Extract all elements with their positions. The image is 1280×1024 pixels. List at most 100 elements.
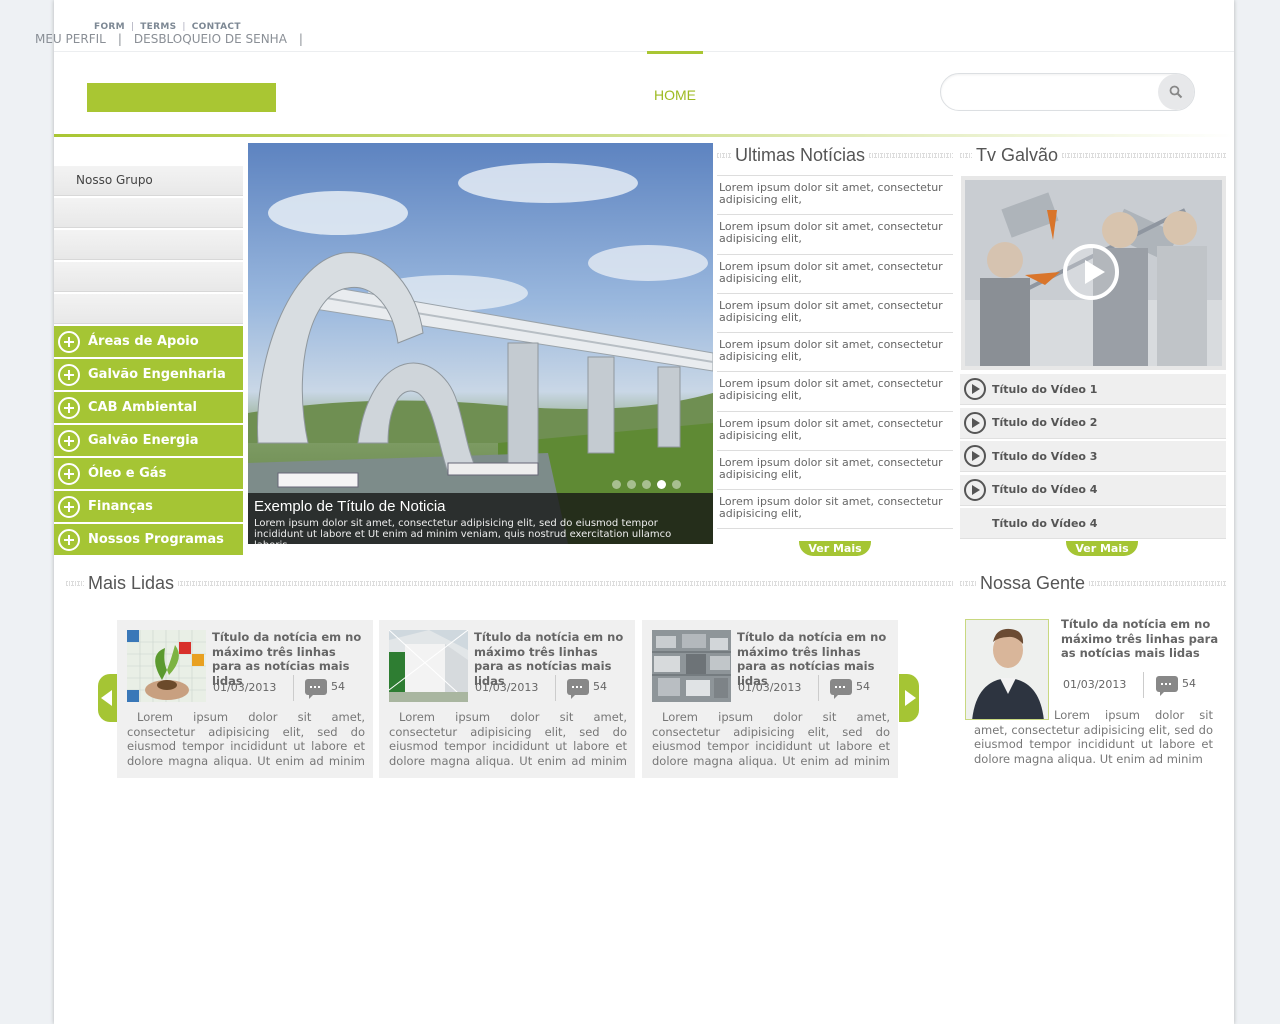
header-rule bbox=[66, 580, 84, 586]
list-item[interactable]: Lorem ipsum dolor sit amet, consectetur … bbox=[717, 489, 953, 530]
video-item[interactable]: Título do Vídeo 1 bbox=[960, 374, 1226, 405]
header-divider bbox=[54, 134, 1234, 137]
slider-dot[interactable] bbox=[627, 480, 636, 489]
slider-dot[interactable] bbox=[612, 480, 621, 489]
nav-home-label: HOME bbox=[654, 87, 696, 103]
menu-item-nossos-programas[interactable]: Nossos Programas bbox=[54, 524, 243, 555]
comment-icon bbox=[830, 679, 852, 699]
menu-item-label: Óleo e Gás bbox=[88, 466, 167, 481]
menu-item-oleo-gas[interactable]: Óleo e Gás bbox=[54, 458, 243, 489]
ultimas-noticias-title: Ultimas Notícias bbox=[735, 144, 866, 165]
news-card-date: 01/03/2013 bbox=[213, 681, 277, 694]
menu-item-nosso-grupo[interactable]: Nosso Grupo bbox=[54, 166, 243, 196]
plus-circle-icon bbox=[58, 396, 80, 419]
header-rule bbox=[960, 580, 976, 586]
separator: | bbox=[298, 32, 303, 46]
tv-galvao-title: Tv Galvão bbox=[976, 144, 1059, 165]
comment-icon bbox=[1156, 676, 1178, 696]
news-card[interactable]: Título da notícia em no máximo três linh… bbox=[117, 620, 373, 778]
menu-item-label: Galvão Engenharia bbox=[88, 367, 226, 382]
video-item[interactable]: Título do Vídeo 3 bbox=[960, 441, 1226, 472]
meu-perfil-link[interactable]: MEU PERFIL bbox=[35, 32, 106, 46]
plus-circle-icon bbox=[58, 462, 80, 485]
news-card-date: 01/03/2013 bbox=[738, 681, 802, 694]
header-rule bbox=[717, 152, 731, 158]
menu-item-cab-ambiental[interactable]: CAB Ambiental bbox=[54, 392, 243, 423]
list-item[interactable]: Lorem ipsum dolor sit amet, consectetur … bbox=[717, 214, 953, 253]
plus-circle-icon bbox=[58, 528, 80, 551]
search-icon bbox=[1169, 85, 1183, 99]
menu-item-galvao-engenharia[interactable]: Galvão Engenharia bbox=[54, 359, 243, 390]
plus-circle-icon bbox=[58, 330, 80, 353]
desbloqueio-senha-link[interactable]: DESBLOQUEIO DE SENHA bbox=[134, 32, 287, 46]
video-item[interactable]: Título do Vídeo 2 bbox=[960, 407, 1226, 439]
video-title: Título do Vídeo 3 bbox=[992, 449, 1098, 463]
nossa-gente-date: 01/03/2013 bbox=[1063, 678, 1127, 691]
hero-text: Lorem ipsum dolor sit amet, consectetur … bbox=[254, 518, 672, 544]
menu-item-label: Áreas de Apoio bbox=[88, 334, 199, 349]
carousel-prev-button[interactable] bbox=[98, 674, 118, 722]
header-rule bbox=[1089, 580, 1226, 586]
plus-circle-icon bbox=[58, 429, 80, 452]
form-link[interactable]: FORM bbox=[94, 22, 125, 32]
divider bbox=[293, 675, 294, 701]
menu-item-areas-apoio[interactable]: Áreas de Apoio bbox=[54, 326, 243, 357]
search-button[interactable] bbox=[1158, 74, 1194, 110]
arrow-left-icon bbox=[101, 690, 112, 706]
separator: | bbox=[182, 22, 186, 32]
menu-item-empty[interactable] bbox=[54, 262, 243, 292]
slider-dot[interactable] bbox=[657, 480, 666, 489]
search-input[interactable] bbox=[955, 82, 1155, 102]
list-item[interactable]: Lorem ipsum dolor sit amet, consectetur … bbox=[717, 292, 953, 332]
profile-photo-image bbox=[966, 620, 1048, 719]
slider-dot[interactable] bbox=[672, 480, 681, 489]
ver-mais-videos-button[interactable]: Ver Mais bbox=[1066, 541, 1138, 556]
menu-item-empty[interactable] bbox=[54, 294, 243, 324]
profile-photo[interactable] bbox=[965, 619, 1049, 720]
news-card-text: Lorem ipsum dolor sit amet, consectetur … bbox=[127, 710, 365, 768]
list-item[interactable]: Lorem ipsum dolor sit amet, consectetur … bbox=[717, 410, 953, 450]
contact-link[interactable]: CONTACT bbox=[192, 22, 241, 32]
nav-home[interactable]: HOME bbox=[647, 51, 703, 135]
video-title: Título do Vídeo 1 bbox=[992, 382, 1098, 396]
terms-link[interactable]: TERMS bbox=[140, 22, 176, 32]
comment-count: 54 bbox=[331, 680, 345, 693]
slider-dot[interactable] bbox=[642, 480, 651, 489]
carousel-next-button[interactable] bbox=[899, 674, 919, 722]
nossa-gente-article-title[interactable]: Título da notícia em no máximo três linh… bbox=[1061, 617, 1221, 661]
ultimas-noticias-header: Ultimas Notícias bbox=[717, 144, 953, 166]
list-item[interactable]: Lorem ipsum dolor sit amet, consectetur … bbox=[717, 332, 953, 371]
comment-count: 54 bbox=[593, 680, 607, 693]
menu-item-galvao-energia[interactable]: Galvão Energia bbox=[54, 425, 243, 456]
left-menu: Nosso Grupo Áreas de Apoio Galvão Engenh… bbox=[54, 166, 243, 557]
video-item[interactable]: Título do Vídeo 4 bbox=[960, 474, 1226, 506]
list-item[interactable]: Lorem ipsum dolor sit amet, consectetur … bbox=[717, 450, 953, 489]
news-card[interactable]: Título da notícia em no máximo três linh… bbox=[379, 620, 635, 778]
list-item[interactable]: Lorem ipsum dolor sit amet, consectetur … bbox=[717, 371, 953, 410]
comment-count: 54 bbox=[856, 680, 870, 693]
play-circle-icon bbox=[964, 445, 986, 467]
list-item[interactable]: Lorem ipsum dolor sit amet, consectetur … bbox=[717, 175, 953, 214]
news-card[interactable]: Título da notícia em no máximo três linh… bbox=[642, 620, 898, 778]
menu-item-label: Nossos Programas bbox=[88, 532, 224, 547]
plus-circle-icon bbox=[58, 363, 80, 386]
active-indicator bbox=[647, 51, 703, 54]
video-item[interactable]: Título do Vídeo 4 bbox=[960, 508, 1226, 539]
divider bbox=[555, 675, 556, 701]
menu-item-label: CAB Ambiental bbox=[88, 400, 197, 415]
plus-circle-icon bbox=[58, 495, 80, 518]
menu-item-financas[interactable]: Finanças bbox=[54, 491, 243, 522]
separator: | bbox=[117, 32, 122, 46]
header-rule bbox=[869, 152, 953, 158]
logo[interactable] bbox=[87, 83, 276, 112]
video-thumbnail[interactable] bbox=[961, 176, 1226, 370]
list-item[interactable]: Lorem ipsum dolor sit amet, consectetur … bbox=[717, 253, 953, 293]
menu-item-empty[interactable] bbox=[54, 230, 243, 260]
play-icon[interactable] bbox=[1063, 244, 1119, 300]
mais-lidas-header: Mais Lidas bbox=[66, 572, 953, 594]
menu-item-empty[interactable] bbox=[54, 198, 243, 228]
ver-mais-noticias-button[interactable]: Ver Mais bbox=[799, 541, 871, 556]
news-card-image bbox=[652, 630, 731, 702]
play-circle-icon bbox=[964, 411, 986, 434]
mais-lidas-title: Mais Lidas bbox=[88, 572, 175, 593]
